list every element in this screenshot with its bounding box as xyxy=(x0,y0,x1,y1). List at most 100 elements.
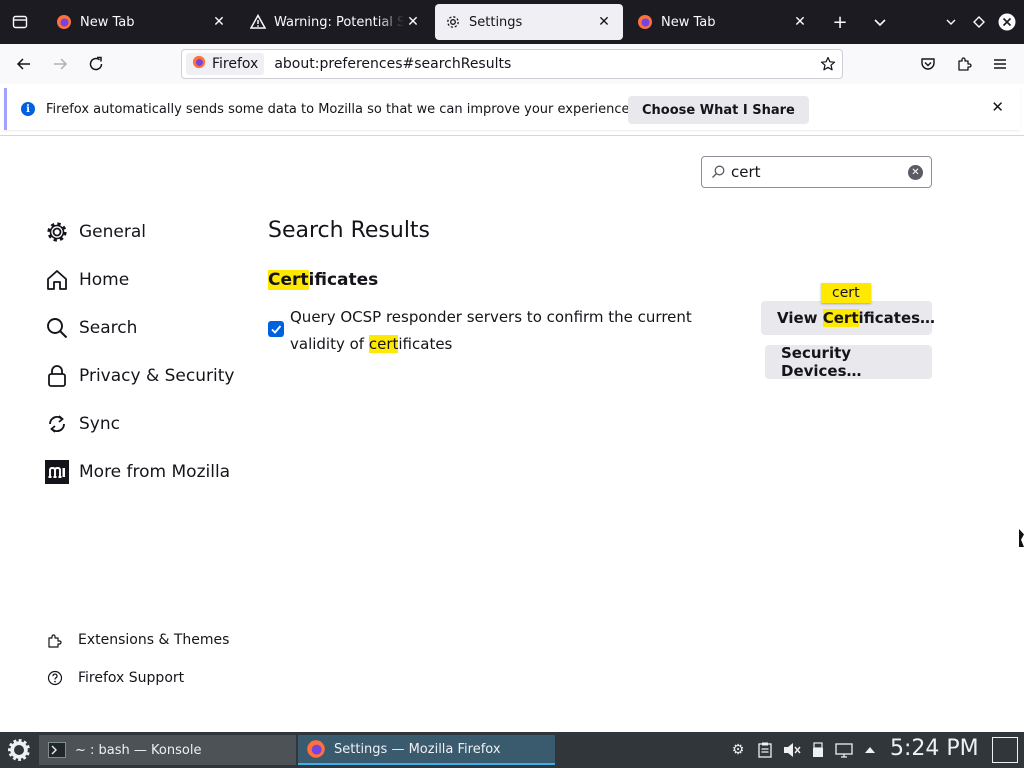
data-collection-notification: i Firefox automatically sends some data … xyxy=(4,88,1020,130)
footer-link-label: Firefox Support xyxy=(78,670,185,686)
tab-warning[interactable]: Warning: Potential Security Risk Ahead ✕ xyxy=(240,4,432,40)
notification-message: Firefox automatically sends some data to… xyxy=(46,101,634,117)
search-value: cert xyxy=(731,163,761,181)
tab-strip: New Tab ✕ Warning: Potential Security Ri… xyxy=(0,0,1024,44)
lock-icon xyxy=(45,364,69,388)
display-icon[interactable] xyxy=(833,738,855,762)
category-more-from-mozilla[interactable]: More from Mozilla xyxy=(45,457,230,487)
chevron-down-icon xyxy=(874,19,886,27)
firefox-view-button[interactable] xyxy=(0,0,40,44)
close-icon xyxy=(998,13,1016,31)
back-button[interactable] xyxy=(8,48,40,80)
forward-button[interactable] xyxy=(44,48,76,80)
gear-icon xyxy=(45,220,69,244)
task-firefox[interactable]: Settings — Mozilla Firefox xyxy=(298,735,555,765)
network-status-icon[interactable]: ⚙ xyxy=(727,738,749,762)
search-highlight: Cert xyxy=(822,309,859,327)
pocket-icon xyxy=(921,58,935,70)
button-part: ificates… xyxy=(858,309,936,327)
diamond-icon xyxy=(973,16,985,28)
preferences-search-input[interactable]: cert ✕ xyxy=(701,156,932,188)
close-icon[interactable]: ✕ xyxy=(991,98,1004,116)
extensions-button[interactable] xyxy=(948,48,980,80)
show-desktop-button[interactable] xyxy=(992,737,1018,763)
clipboard-icon[interactable] xyxy=(754,738,776,762)
bookmark-star-icon[interactable] xyxy=(814,56,842,72)
forward-arrow-icon xyxy=(54,58,68,70)
firefox-icon xyxy=(637,14,653,30)
volume-muted-icon[interactable] xyxy=(781,738,803,762)
extensions-themes-link[interactable]: Extensions & Themes xyxy=(46,629,229,651)
gear-icon xyxy=(445,14,461,30)
firefox-icon xyxy=(56,14,72,30)
application-launcher-button[interactable] xyxy=(4,736,34,764)
info-icon: i xyxy=(21,102,35,116)
search-match-tooltip: cert xyxy=(821,283,871,303)
search-highlight: Cert xyxy=(268,270,309,290)
category-sync[interactable]: Sync xyxy=(45,409,120,439)
category-label: Sync xyxy=(79,414,120,434)
clock[interactable]: 5:24 PM xyxy=(890,736,979,761)
task-label: Settings — Mozilla Firefox xyxy=(334,741,501,757)
firefox-support-link[interactable]: Firefox Support xyxy=(46,667,184,689)
tab-title: New Tab xyxy=(661,14,716,30)
label-part: ificates xyxy=(398,335,453,353)
puzzle-icon xyxy=(958,57,972,71)
reload-button[interactable] xyxy=(80,48,112,80)
list-all-tabs-button[interactable] xyxy=(864,6,896,38)
ocsp-checkbox-label[interactable]: Query OCSP responder servers to confirm … xyxy=(290,304,750,358)
puzzle-icon xyxy=(46,631,64,649)
help-icon xyxy=(46,669,64,687)
search-icon xyxy=(711,165,725,179)
category-search[interactable]: Search xyxy=(45,313,137,343)
category-label: Home xyxy=(79,270,130,290)
task-label: ~ : bash — Konsole xyxy=(75,742,202,758)
new-tab-button[interactable]: + xyxy=(824,6,856,38)
search-highlight: cert xyxy=(368,335,399,353)
choose-what-i-share-button[interactable]: Choose What I Share xyxy=(628,96,809,124)
security-devices-button[interactable]: Security Devices… xyxy=(765,344,932,380)
ocsp-checkbox[interactable] xyxy=(268,321,284,337)
tab-new-tab-1[interactable]: New Tab ✕ xyxy=(46,4,238,40)
device-notifier-icon[interactable] xyxy=(807,738,829,762)
category-general[interactable]: General xyxy=(45,217,146,247)
url-text[interactable]: about:preferences#searchResults xyxy=(274,56,814,72)
close-icon[interactable]: ✕ xyxy=(210,14,228,30)
divider xyxy=(0,135,1024,136)
warning-icon xyxy=(250,14,266,30)
close-icon[interactable]: ✕ xyxy=(791,14,809,30)
terminal-icon xyxy=(47,740,67,760)
checkmark-icon xyxy=(271,325,282,334)
footer-link-label: Extensions & Themes xyxy=(78,632,230,648)
certificates-heading: Certificates xyxy=(268,270,378,290)
pocket-button[interactable] xyxy=(912,48,944,80)
mouse-cursor xyxy=(1019,529,1024,547)
category-label: Privacy & Security xyxy=(79,366,235,386)
task-konsole[interactable]: ~ : bash — Konsole xyxy=(39,735,296,765)
identity-box[interactable]: Firefox xyxy=(186,53,265,75)
close-icon[interactable]: ✕ xyxy=(404,14,422,30)
view-certificates-button[interactable]: View Cert ificates… xyxy=(761,301,935,335)
sync-icon xyxy=(45,412,69,436)
category-label: More from Mozilla xyxy=(79,462,231,482)
tab-title: Settings xyxy=(469,14,523,30)
category-home[interactable]: Home xyxy=(45,265,129,295)
tab-title: Warning: Potential Security Risk Ahead xyxy=(274,14,404,30)
nav-bar: Firefox about:preferences#searchResults xyxy=(0,44,1024,84)
category-privacy-security[interactable]: Privacy & Security xyxy=(45,361,234,391)
back-arrow-icon xyxy=(16,58,30,70)
tab-settings[interactable]: Settings ✕ xyxy=(435,4,623,40)
app-menu-button[interactable] xyxy=(984,48,1016,80)
tray-expand-icon[interactable] xyxy=(859,738,881,762)
tab-title: New Tab xyxy=(80,14,135,30)
launcher-icon xyxy=(7,738,31,762)
hamburger-menu-icon xyxy=(994,59,1006,69)
close-icon[interactable]: ✕ xyxy=(595,14,613,30)
window-close-button[interactable] xyxy=(991,6,1023,38)
url-bar[interactable]: Firefox about:preferences#searchResults xyxy=(181,49,843,79)
tab-new-tab-2[interactable]: New Tab ✕ xyxy=(627,4,819,40)
clear-search-icon[interactable]: ✕ xyxy=(908,164,923,180)
firefox-icon xyxy=(306,739,326,759)
category-label: Search xyxy=(79,318,138,338)
label-part: Query OCSP responder servers to confirm … xyxy=(290,308,692,353)
